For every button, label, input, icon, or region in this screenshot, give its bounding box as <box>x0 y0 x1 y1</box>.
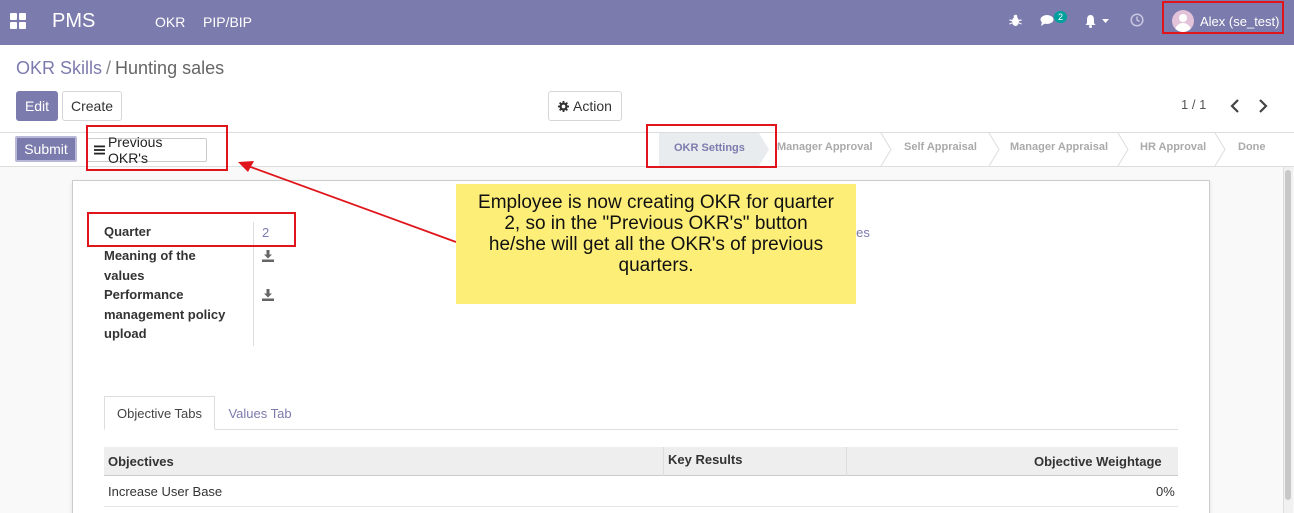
th-objective-weightage[interactable]: Objective Weightage <box>1034 454 1162 469</box>
previous-okrs-highlight-box <box>86 125 228 171</box>
breadcrumb-current: Hunting sales <box>115 58 225 78</box>
stage-divider-3 <box>1117 133 1129 166</box>
row-weightage[interactable]: 0% <box>1156 484 1175 499</box>
caret-down-icon[interactable] <box>1102 19 1109 24</box>
download-policy-icon[interactable] <box>262 289 274 301</box>
edit-button[interactable]: Edit <box>16 91 58 121</box>
pager-value[interactable]: 1 / 1 <box>1181 97 1206 112</box>
menu-okr[interactable]: OKR <box>155 14 185 30</box>
stage-divider-2 <box>988 133 1000 166</box>
breadcrumb: OKR Skills / Hunting sales <box>16 58 224 79</box>
stage-manager-approval[interactable]: Manager Approval <box>777 141 873 153</box>
chevron-left-icon[interactable] <box>1230 99 1240 113</box>
bug-icon[interactable] <box>1009 14 1022 27</box>
action-button[interactable]: Action <box>548 91 622 121</box>
okr-settings-highlight-box <box>646 124 777 168</box>
submit-button[interactable]: Submit <box>15 136 77 162</box>
action-label: Action <box>573 98 612 114</box>
tab-objective-tabs[interactable]: Objective Tabs <box>104 396 215 430</box>
app-brand[interactable]: PMS <box>52 10 95 33</box>
stage-self-appraisal[interactable]: Self Appraisal <box>904 141 977 153</box>
scrollbar-thumb[interactable] <box>1285 170 1291 500</box>
menu-pip-bip[interactable]: PIP/BIP <box>203 14 252 30</box>
user-highlight-box <box>1162 1 1284 34</box>
policy-label-line1: Performance <box>104 287 184 302</box>
breadcrumb-parent[interactable]: OKR Skills <box>16 58 102 78</box>
apps-grid-icon[interactable] <box>10 13 26 29</box>
stage-divider-1 <box>880 133 892 166</box>
policy-label-line2: management policy <box>104 307 226 322</box>
top-navbar: PMS OKR PIP/BIP 2 Alex (se_test) <box>0 0 1294 45</box>
meaning-label-line1: Meaning of the <box>104 248 196 263</box>
annotation-note: Employee is now creating OKR for quarter… <box>456 184 856 304</box>
th-divider-2 <box>846 447 847 476</box>
th-key-results[interactable]: Key Results <box>668 452 742 467</box>
bell-icon[interactable] <box>1084 14 1097 28</box>
stage-divider-4 <box>1214 133 1226 166</box>
th-divider-1 <box>663 447 664 476</box>
chevron-right-icon[interactable] <box>1258 99 1268 113</box>
quarter-highlight-box <box>87 212 296 247</box>
stage-done[interactable]: Done <box>1238 141 1266 153</box>
stage-manager-appraisal[interactable]: Manager Appraisal <box>1010 141 1108 153</box>
gear-icon <box>558 100 570 112</box>
clock-icon[interactable] <box>1130 13 1144 27</box>
table-header <box>104 447 1178 476</box>
policy-label-line3: upload <box>104 326 147 341</box>
create-button[interactable]: Create <box>62 91 122 121</box>
stage-hr-approval[interactable]: HR Approval <box>1140 141 1206 153</box>
download-meaning-icon[interactable] <box>262 250 274 262</box>
meaning-label-line2: values <box>104 268 145 283</box>
row-objective[interactable]: Increase User Base <box>108 484 222 499</box>
th-objectives[interactable]: Objectives <box>108 454 174 469</box>
breadcrumb-separator: / <box>106 58 112 78</box>
tab-values-tab[interactable]: Values Tab <box>215 396 305 430</box>
messages-count-badge: 2 <box>1054 11 1068 23</box>
table-row-divider <box>104 506 1178 507</box>
